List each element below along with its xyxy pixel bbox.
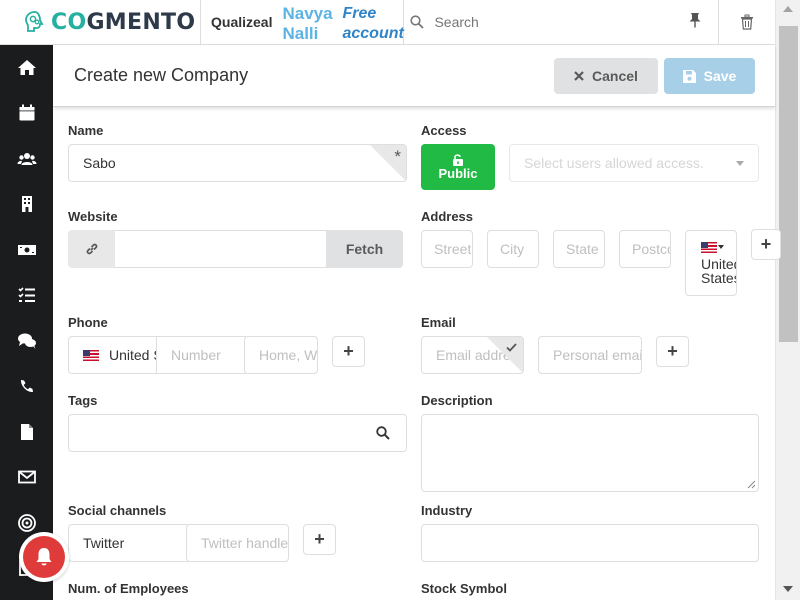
website-label: Website [68, 209, 118, 224]
page-title: Create new Company [74, 65, 249, 85]
sidebar-item-calls[interactable] [0, 364, 53, 410]
account-plan-link[interactable]: Free account [338, 0, 405, 44]
bell-icon [36, 548, 52, 566]
save-button[interactable]: Save [664, 58, 755, 94]
scroll-down-arrow[interactable] [783, 586, 793, 592]
industry-input[interactable] [421, 524, 759, 562]
brain-gear-icon [25, 11, 44, 32]
tags-label: Tags [68, 393, 98, 408]
fetch-button[interactable]: Fetch [326, 230, 403, 268]
required-asterisk-icon: * [394, 147, 401, 166]
phone-number-input[interactable]: Number [156, 336, 246, 374]
chat-icon [17, 333, 36, 349]
sidebar-item-email[interactable] [0, 455, 53, 501]
employees-label: Num. of Employees [68, 581, 189, 596]
dropdown-caret-icon [718, 245, 724, 249]
city-input[interactable]: City [487, 230, 539, 268]
us-flag-icon [83, 349, 99, 361]
address-label: Address [421, 209, 474, 224]
email-label: Email [421, 315, 456, 330]
postcode-input[interactable]: Postcode [619, 230, 671, 268]
floppy-disk-icon [682, 69, 696, 83]
social-handle-input[interactable]: Twitter handle [186, 524, 289, 562]
search-input[interactable] [434, 14, 655, 30]
logo[interactable]: COGMENTO [0, 0, 201, 44]
sidebar-item-calendar[interactable] [0, 91, 53, 137]
email-corner [487, 337, 523, 373]
sidebar-item-documents[interactable] [0, 409, 53, 455]
personal-email-input[interactable]: Personal email [538, 336, 642, 374]
access-label: Access [421, 123, 467, 138]
search-icon [376, 426, 390, 440]
pin-icon[interactable] [688, 12, 706, 33]
sidebar-item-contacts[interactable] [0, 136, 53, 182]
add-phone-button[interactable]: + [332, 336, 365, 367]
industry-label: Industry [421, 503, 473, 518]
logo-text: COGMENTO [51, 9, 196, 35]
tasks-icon [17, 287, 35, 303]
website-input[interactable] [115, 230, 326, 268]
social-channel-select[interactable]: Twitter [68, 524, 188, 562]
tags-input[interactable] [68, 414, 407, 452]
access-users-select[interactable]: Select users allowed access. [509, 144, 759, 182]
country-select[interactable]: United States [685, 230, 737, 296]
notification-button[interactable] [19, 532, 69, 582]
social-channels-label: Social channels [68, 503, 167, 518]
resize-handle-icon[interactable] [746, 479, 756, 489]
target-icon [17, 513, 36, 532]
scroll-up-arrow[interactable] [783, 6, 793, 12]
link-icon [68, 230, 115, 268]
street-input[interactable]: Street [421, 230, 473, 268]
sidebar [0, 45, 53, 600]
sidebar-item-home[interactable] [0, 45, 53, 91]
email-input[interactable]: Email address [421, 336, 524, 374]
us-flag-icon [701, 241, 717, 253]
unlock-icon [453, 153, 463, 166]
state-input[interactable]: State [553, 230, 605, 268]
sidebar-item-cases[interactable] [0, 318, 53, 364]
cancel-button[interactable]: Cancel [554, 58, 658, 94]
checkmark-icon [506, 343, 517, 352]
description-textarea[interactable] [421, 414, 759, 492]
document-icon [20, 423, 33, 440]
website-group: Fetch [68, 230, 403, 268]
page-scrollbar[interactable] [775, 0, 800, 600]
add-social-button[interactable]: + [303, 524, 336, 555]
top-bar: COGMENTO Qualizeal Navya Nalli Free acco… [0, 0, 775, 45]
close-icon [574, 71, 584, 81]
calendar-icon [19, 104, 34, 121]
access-public-button[interactable]: Public [421, 144, 495, 190]
name-input[interactable]: Sabo * [68, 144, 407, 182]
user-name[interactable]: Navya Nalli [282, 0, 338, 44]
sidebar-item-companies[interactable] [0, 182, 53, 228]
sidebar-item-tasks[interactable] [0, 273, 53, 319]
trash-icon[interactable] [719, 0, 775, 44]
home-icon [17, 59, 36, 75]
dropdown-caret-icon [736, 161, 744, 166]
company-name: Qualizeal [211, 14, 273, 30]
search-icon [406, 11, 428, 33]
scroll-thumb[interactable] [779, 26, 798, 342]
page-header: Create new Company Cancel Save [53, 45, 775, 107]
description-label: Description [421, 393, 493, 408]
name-label: Name [68, 123, 104, 138]
add-address-button[interactable]: + [751, 229, 781, 260]
companies-icon [21, 196, 32, 213]
phone-type-input[interactable]: Home, Work [244, 336, 318, 374]
add-email-button[interactable]: + [656, 336, 689, 367]
contacts-icon [17, 152, 36, 165]
envelope-icon [17, 470, 36, 484]
deals-icon [17, 244, 36, 255]
phone-country-select[interactable]: United States [68, 336, 166, 374]
stock-symbol-label: Stock Symbol [421, 581, 507, 596]
phone-icon [20, 380, 33, 393]
phone-label: Phone [68, 315, 108, 330]
search-bar [404, 0, 719, 44]
sidebar-item-deals[interactable] [0, 227, 53, 273]
